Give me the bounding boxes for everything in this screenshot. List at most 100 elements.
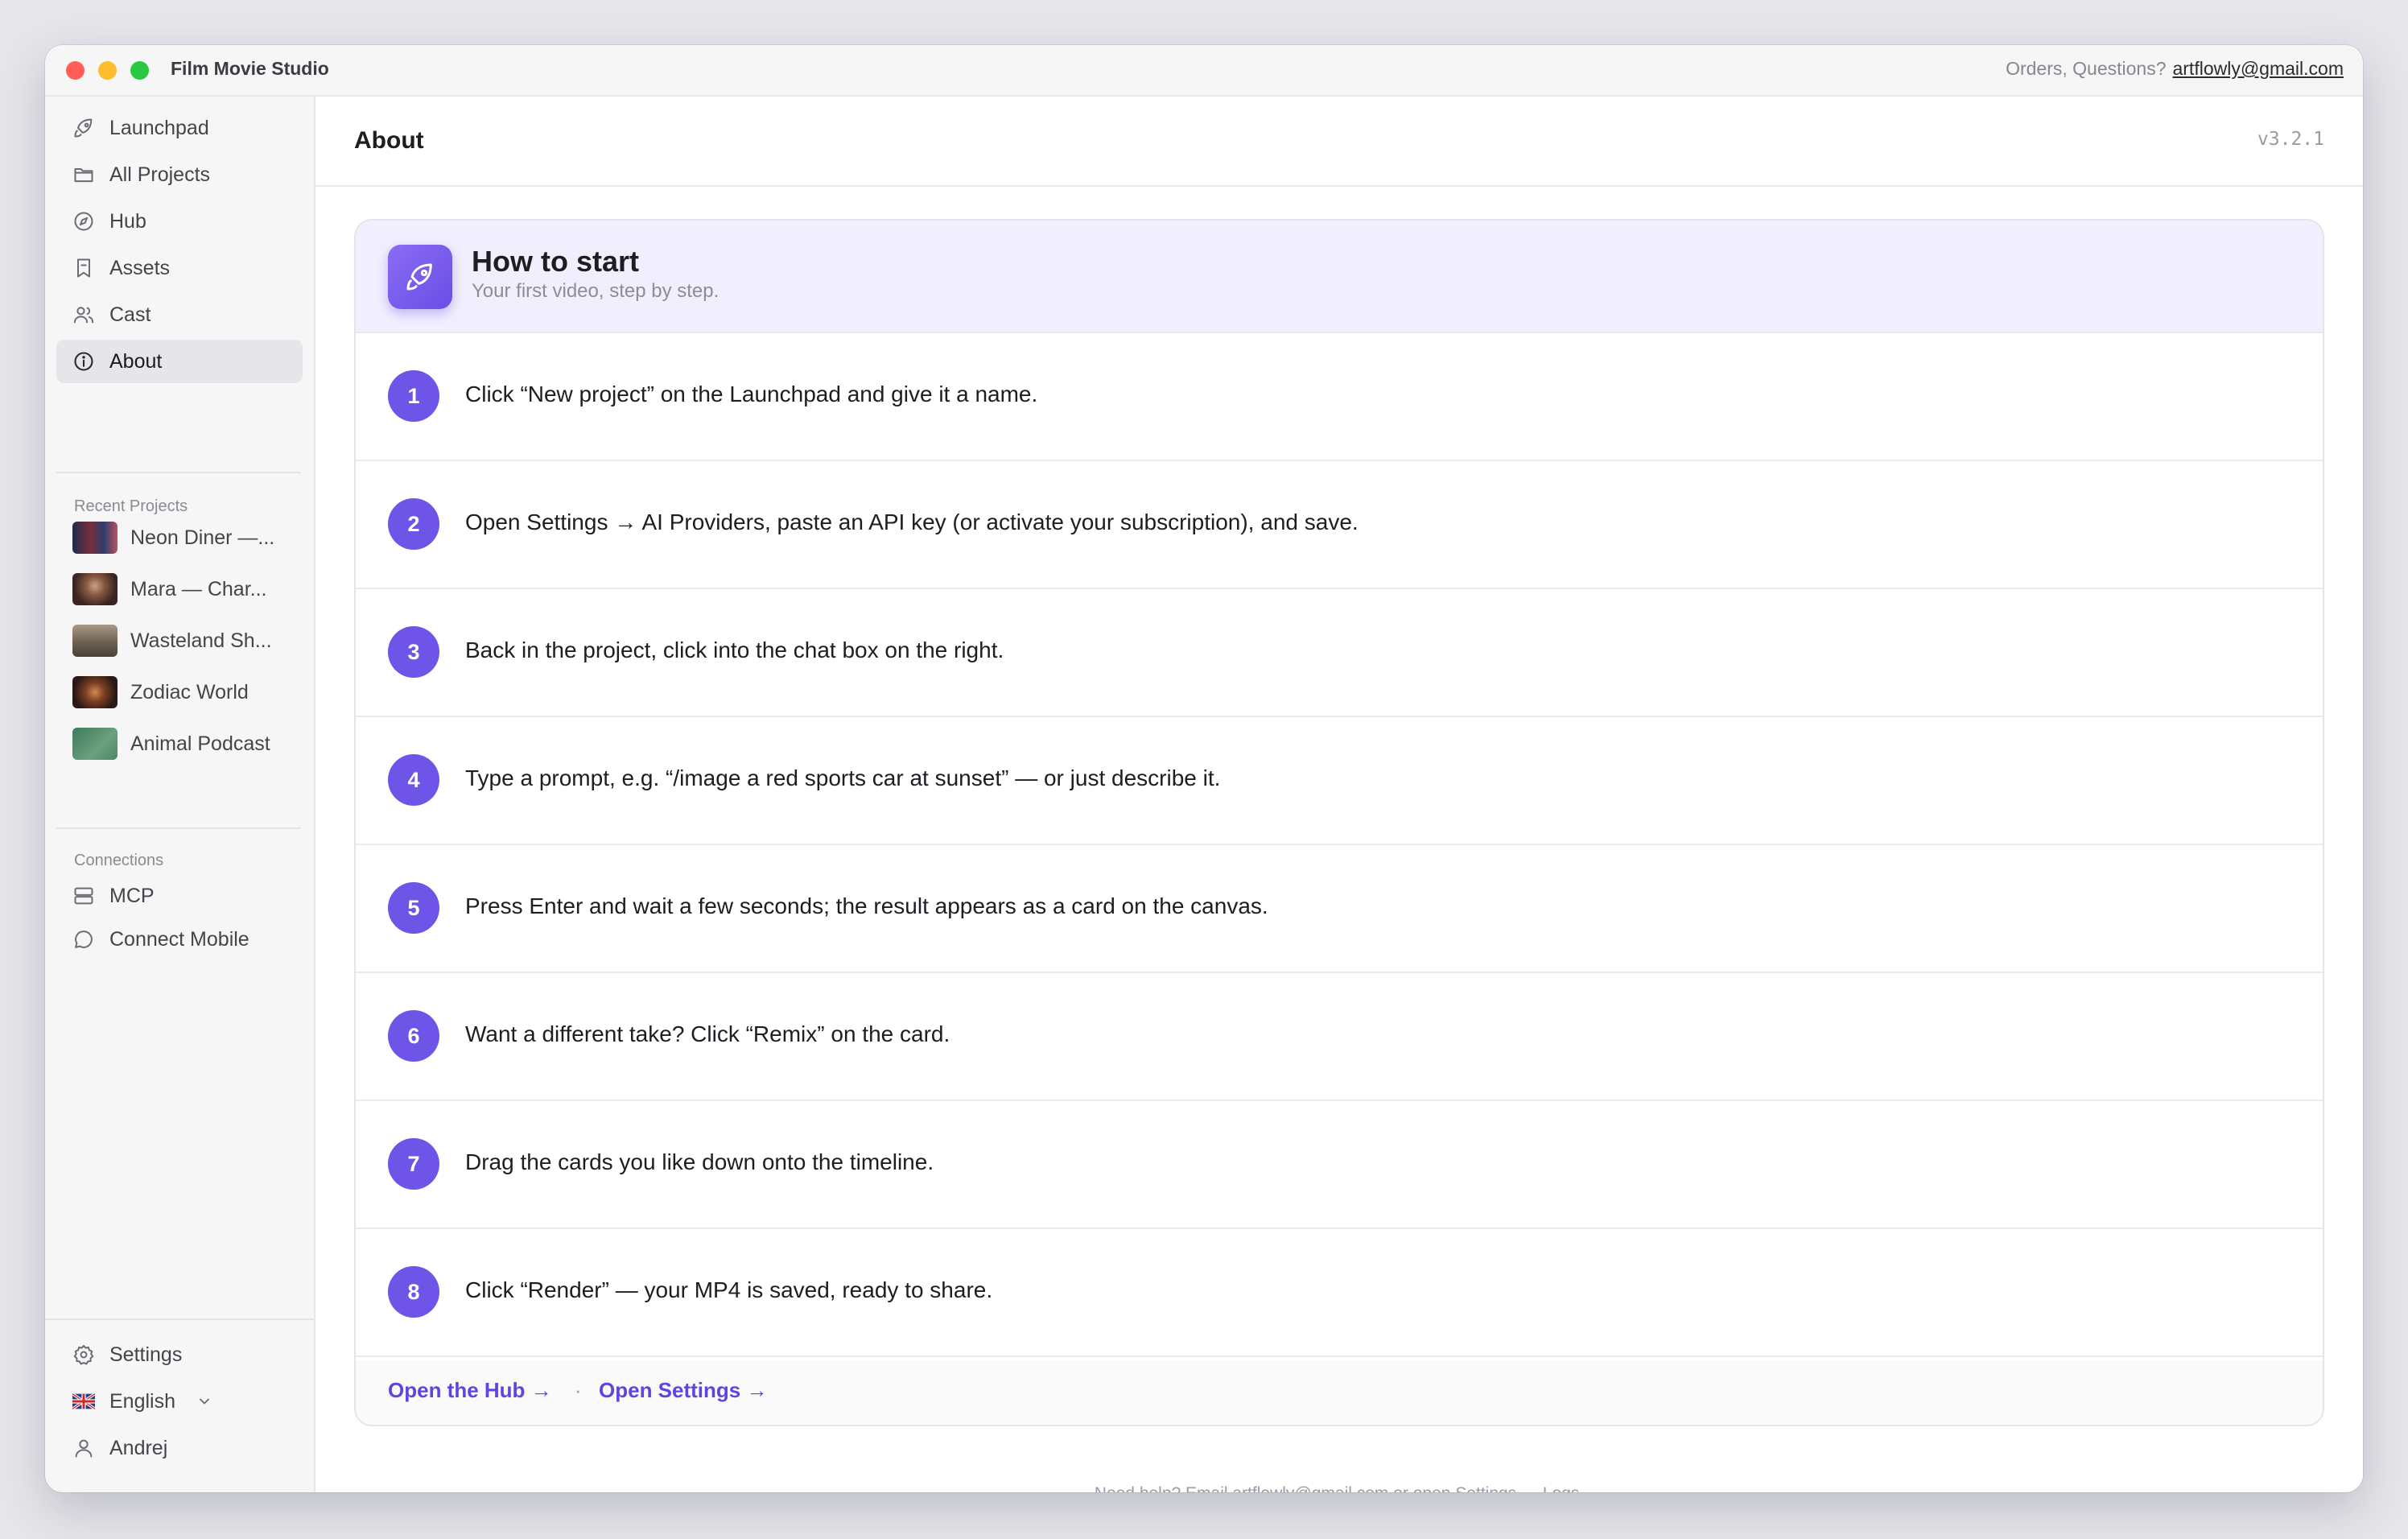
card-header: How to start Your first video, step by s… [356,221,2323,333]
help-text: Need help? Email artflowly@gmail.com or … [315,1484,2363,1492]
step-row: 2 Open Settings → AI Providers, paste an… [356,460,2323,589]
step-row: 3 Back in the project, click into the ch… [356,588,2323,717]
settings-label: Settings [109,1343,183,1366]
connections-heading: Connections [74,852,164,869]
language-label: English [109,1389,175,1413]
app-name: Film Movie Studio [171,58,329,79]
step-text: Type a prompt, e.g. “/image a red sports… [465,765,1221,790]
sidebar-item-cast[interactable]: Cast [56,293,303,336]
contact-label: Orders, Questions? [2006,58,2167,79]
language-selector[interactable]: English [56,1380,303,1423]
sidebar-item-label: Assets [109,256,171,279]
step-number-badge: 2 [388,498,439,550]
step-text: Click “New project” on the Launchpad and… [465,382,1038,406]
contact-email-link[interactable]: artflowly@gmail.com [2172,58,2344,79]
rocket-icon [74,118,93,138]
sidebar-item-label: Launchpad [109,116,209,139]
step-row: 4 Type a prompt, e.g. “/image a red spor… [356,716,2323,845]
project-thumbnail [72,522,118,554]
page-title: About [354,127,424,154]
bookmark-icon [77,258,90,278]
project-thumbnail [72,573,118,605]
user-profile-button[interactable]: Andrej [56,1426,303,1470]
maximize-window-button[interactable] [130,61,149,80]
step-number-badge: 4 [388,754,439,806]
project-thumbnail [72,728,118,760]
project-thumbnail [72,625,118,657]
sidebar: Launchpad All Projects Hub Assets Cast A… [45,97,315,1492]
step-row: 8 Click “Render” — your MP4 is saved, re… [356,1227,2323,1357]
recent-project-item[interactable]: Mara — Char... [56,567,303,612]
sidebar-divider [56,827,301,829]
sidebar-item-label: Hub [109,209,146,233]
how-to-start-card: How to start Your first video, step by s… [354,219,2324,1426]
step-row: 7 Drag the cards you like down onto the … [356,1100,2323,1229]
sidebar-item-label: All Projects [109,163,211,186]
info-icon [74,352,93,371]
recent-project-label: Neon Diner —... [130,526,275,549]
sidebar-item-label: MCP [109,884,155,907]
recent-project-label: Wasteland Sh... [130,629,272,652]
step-text: Want a different take? Click “Remix” on … [465,1021,950,1046]
open-settings-link[interactable]: Open Settings → [599,1378,767,1403]
step-text: Open Settings → AI Providers, paste an A… [465,510,1359,534]
project-thumbnail [72,676,118,708]
card-footer: Open the Hub → · Open Settings → [356,1360,2323,1425]
sidebar-item-label: Connect Mobile [109,927,249,951]
card-subtitle: Your first video, step by step. [472,280,720,302]
sidebar-item-label: Cast [109,303,151,326]
app-window: Film Movie Studio Orders, Questions? artf… [45,45,2363,1492]
footer-separator: · [575,1378,582,1402]
uk-flag-icon [72,1393,95,1410]
sidebar-item-about[interactable]: About [56,340,303,383]
recent-project-item[interactable]: Neon Diner —... [56,515,303,560]
version-label: v3.2.1 [2257,129,2324,150]
folder-icon [74,168,93,183]
close-window-button[interactable] [66,61,85,80]
recent-project-label: Animal Podcast [130,732,270,755]
chevron-down-icon [200,1398,209,1405]
recent-project-item[interactable]: Animal Podcast [56,721,303,766]
chat-bubble-icon [75,930,93,948]
user-name: Andrej [109,1436,168,1459]
open-hub-link[interactable]: Open the Hub → [388,1378,552,1403]
recent-project-label: Zodiac World [130,680,249,703]
users-icon [73,307,94,324]
sidebar-item-launchpad[interactable]: Launchpad [56,106,303,150]
step-text: Click “Render” — your MP4 is saved, read… [465,1277,993,1302]
title-bar: Film Movie Studio Orders, Questions? artf… [45,45,2363,97]
sidebar-item-label: About [109,349,163,373]
gear-icon [73,1344,94,1365]
minimize-window-button[interactable] [98,61,117,80]
recent-projects-heading: Recent Projects [74,497,188,515]
recent-project-item[interactable]: Wasteland Sh... [56,618,303,663]
sidebar-divider [56,472,301,473]
step-number-badge: 1 [388,370,439,422]
page-header: About v3.2.1 [315,97,2363,187]
sidebar-item-mcp[interactable]: MCP [56,874,303,918]
user-icon [75,1439,93,1458]
settings-button[interactable]: Settings [56,1333,303,1376]
step-text: Drag the cards you like down onto the ti… [465,1149,934,1174]
compass-icon [74,212,93,231]
sidebar-item-connect-mobile[interactable]: Connect Mobile [56,918,303,961]
sidebar-footer: Settings English Andrej [45,1318,314,1492]
step-row: 5 Press Enter and wait a few seconds; th… [356,844,2323,973]
sidebar-item-hub[interactable]: Hub [56,200,303,243]
step-number-badge: 6 [388,1010,439,1062]
step-row: 6 Want a different take? Click “Remix” o… [356,972,2323,1101]
sidebar-item-assets[interactable]: Assets [56,246,303,290]
card-title: How to start [472,245,640,278]
main-content: About v3.2.1 How to start Your first vid… [315,97,2363,1492]
recent-project-item[interactable]: Zodiac World [56,670,303,715]
step-text: Press Enter and wait a few seconds; the … [465,893,1268,918]
server-icon [74,887,93,905]
rocket-icon [388,245,452,309]
step-row: 1 Click “New project” on the Launchpad a… [356,332,2323,461]
step-number-badge: 5 [388,882,439,934]
contact-info: Orders, Questions? artflowly@gmail.com [2006,58,2344,80]
sidebar-item-all-projects[interactable]: All Projects [56,153,303,196]
step-number-badge: 3 [388,626,439,678]
step-number-badge: 8 [388,1266,439,1318]
step-number-badge: 7 [388,1138,439,1190]
